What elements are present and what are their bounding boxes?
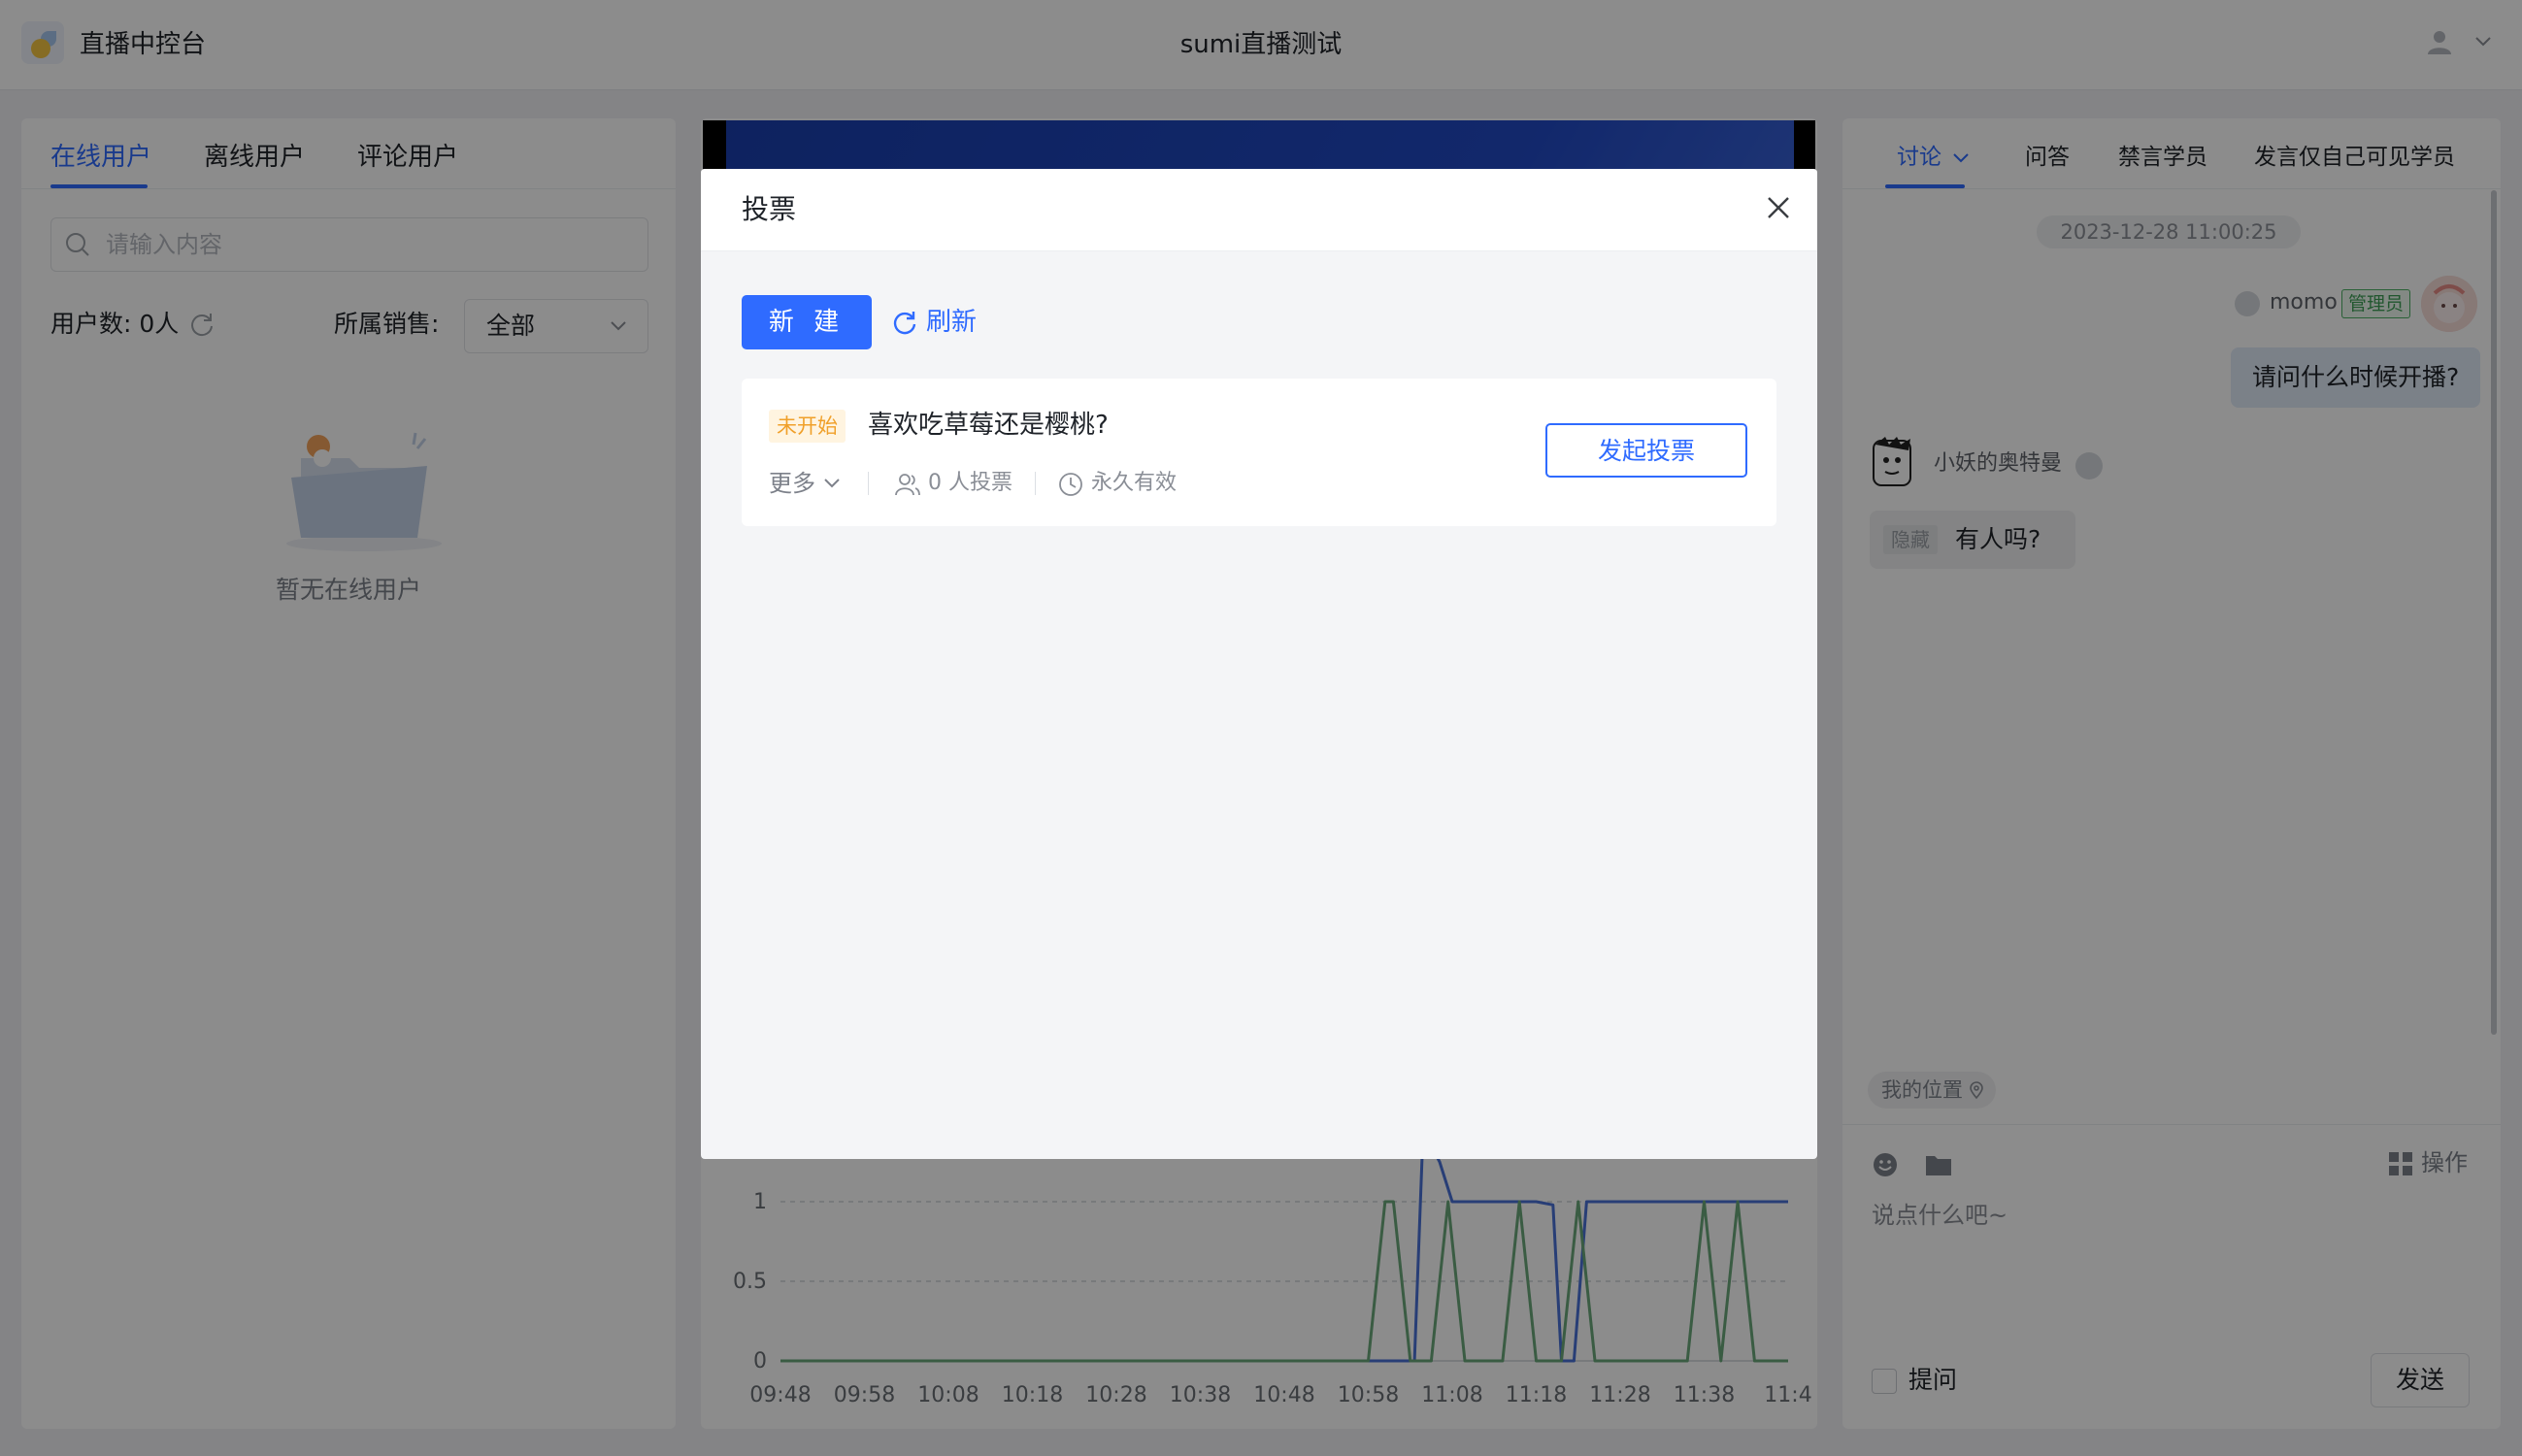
vote-dialog: 投票 新 建 刷新 未开始 喜欢吃草莓还是樱桃? 更多 0 人投票 永久有效 发… [701,169,1817,1159]
chevron-down-icon[interactable] [823,478,841,489]
vote-card: 未开始 喜欢吃草莓还是樱桃? 更多 0 人投票 永久有效 发起投票 [742,379,1776,526]
divider [868,472,869,495]
refresh-button[interactable]: 刷新 [891,295,998,349]
divider [1035,472,1036,495]
refresh-label: 刷新 [926,308,978,337]
users-icon [895,474,920,496]
dialog-title: 投票 [742,193,797,225]
start-vote-button[interactable]: 发起投票 [1545,423,1747,478]
voters-count: 0 人投票 [928,471,1012,495]
refresh-icon [893,312,916,335]
clock-icon [1059,473,1082,496]
new-vote-button[interactable]: 新 建 [742,295,872,349]
vote-more-dropdown[interactable]: 更多 [769,466,815,501]
dialog-header: 投票 [701,169,1817,251]
close-icon[interactable] [1763,192,1794,223]
vote-status-badge: 未开始 [769,410,846,443]
vote-title: 喜欢吃草莓还是樱桃? [868,411,1109,440]
vote-validity: 永久有效 [1091,471,1178,495]
